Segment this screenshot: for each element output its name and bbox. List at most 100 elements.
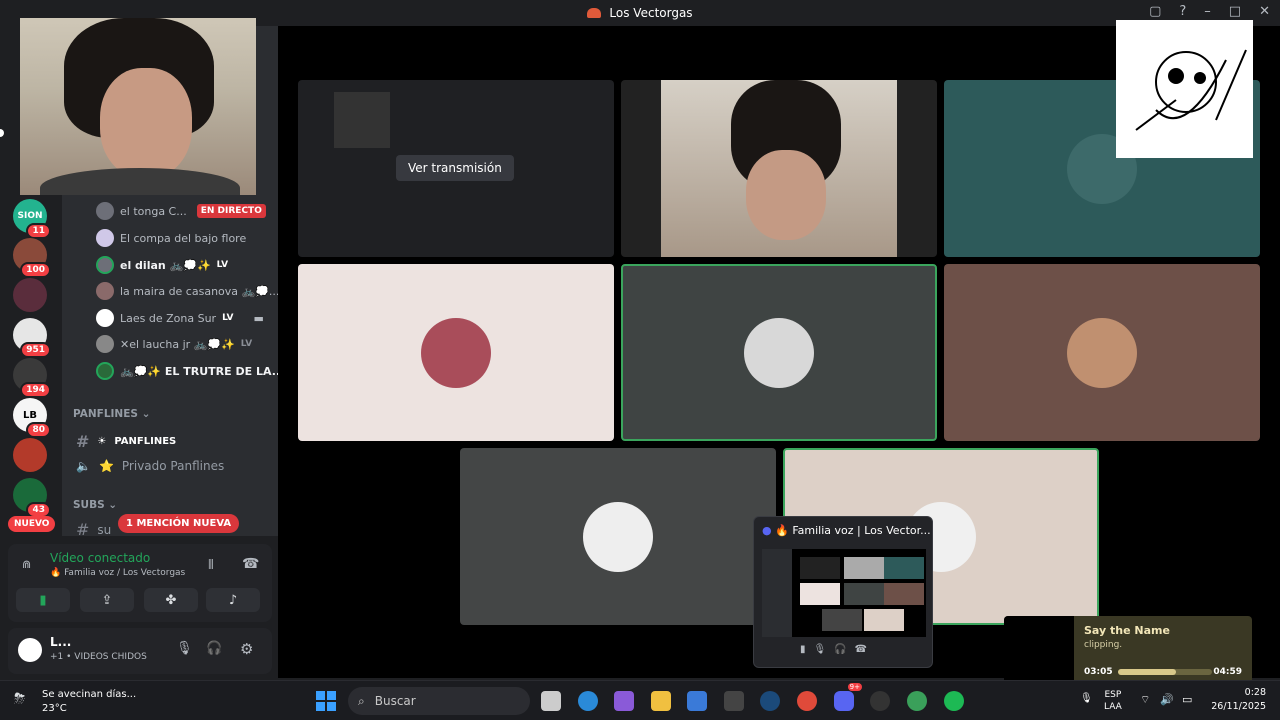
file-explorer-icon[interactable] — [651, 691, 671, 711]
app-icon[interactable] — [724, 691, 744, 711]
volume-icon[interactable]: 🔊 — [1160, 693, 1174, 706]
server-icon-sion[interactable]: SION 11 — [13, 199, 51, 239]
voice-member[interactable]: Laes de Zona Sur LV ▬ — [96, 307, 264, 329]
hash-icon: # — [76, 432, 90, 451]
spotify-icon[interactable] — [944, 691, 964, 711]
help-icon[interactable]: ? — [1179, 4, 1186, 19]
avatar — [96, 202, 114, 220]
drawing-overlay — [1116, 20, 1253, 158]
unread-indicator — [0, 129, 4, 137]
server-icon-lb[interactable]: LB 80 — [13, 398, 51, 438]
taskbar-search[interactable]: ⌕ Buscar — [348, 687, 530, 715]
voice-status[interactable]: Vídeo conectado — [50, 551, 150, 565]
voice-member[interactable]: ✕el laucha jr 🚲💭✨ LV — [96, 333, 252, 355]
voice-member[interactable]: el tonga C... EN DIRECTO — [96, 200, 266, 222]
channel-subs[interactable]: # su — [76, 520, 111, 539]
voice-member[interactable]: 🚲💭✨ EL TRUTRE DE LA... — [96, 360, 284, 382]
close-button[interactable]: ✕ — [1259, 4, 1270, 19]
category-panflines[interactable]: PANFLINES ⌄ — [73, 408, 150, 420]
username: L... — [50, 635, 72, 649]
unread-badge: 194 — [20, 382, 51, 398]
edge-icon[interactable] — [578, 691, 598, 711]
stream-tile[interactable]: Ver transmisión — [298, 80, 614, 257]
wifi-icon[interactable]: ⌔ — [1140, 693, 1150, 707]
album-art — [1004, 616, 1074, 690]
inbox-icon[interactable]: ▢ — [1149, 4, 1161, 19]
activities-button[interactable]: ✤ — [144, 588, 198, 612]
copilot-icon[interactable] — [614, 691, 634, 711]
mention-pill[interactable]: 1 MENCIÓN NUEVA — [118, 514, 240, 533]
voice-location[interactable]: 🔥 Familia voz / Los Vectorgas — [50, 568, 185, 578]
server-icon-8[interactable]: 43 — [13, 478, 51, 518]
weather-widget[interactable]: Se avecinan días... 23°C — [42, 688, 136, 716]
discord-icon[interactable]: 9+ — [834, 683, 862, 711]
voice-member[interactable]: el dilan 🚲💭✨ LV — [96, 254, 228, 276]
unread-badge: 11 — [26, 223, 51, 239]
screen-share-button[interactable]: ⇪ — [80, 588, 134, 612]
headphones-icon[interactable]: 🎧 — [206, 641, 222, 656]
camera-tile[interactable] — [621, 80, 937, 257]
mic-icon[interactable]: 🎙 — [176, 641, 193, 656]
speaker-icon: 🔈 — [76, 459, 91, 473]
task-view-icon[interactable] — [541, 691, 561, 711]
app-icon[interactable] — [870, 691, 890, 711]
participant-tile[interactable] — [460, 448, 776, 625]
server-icon-7[interactable] — [13, 438, 47, 472]
sun-icon: ☀ — [97, 436, 107, 447]
server-icon-4[interactable]: 951 — [13, 318, 51, 358]
mic-icon[interactable]: 🎙 — [814, 644, 827, 655]
self-camera-preview — [20, 18, 256, 195]
spotify-mini-player[interactable]: Say the Name clipping. 03:05 04:59 — [1004, 616, 1252, 690]
participant-tile-speaking[interactable] — [621, 264, 937, 441]
voice-member[interactable]: El compa del bajo flore — [96, 227, 246, 249]
minimize-button[interactable]: – — [1204, 4, 1211, 19]
mic-icon[interactable]: 🎙 — [1080, 693, 1093, 704]
clock[interactable]: 0:28 26/11/2025 — [1211, 686, 1266, 714]
disconnect-icon[interactable]: ☎ — [855, 644, 867, 655]
avatar[interactable] — [18, 638, 42, 662]
avatar — [96, 282, 114, 300]
participant-tile[interactable] — [298, 264, 614, 441]
signal-icon: ⋒ — [22, 558, 32, 571]
chrome-icon[interactable] — [797, 691, 817, 711]
steam-icon[interactable] — [760, 691, 780, 711]
battery-icon[interactable]: ▭ — [1182, 693, 1192, 706]
camera-icon[interactable]: ▮ — [800, 644, 806, 655]
sketch-image — [1135, 49, 1247, 131]
server-icon — [587, 8, 602, 18]
language-indicator[interactable]: ESP LAA — [1104, 689, 1122, 713]
disconnect-icon[interactable]: ☎ — [242, 556, 259, 572]
channel-panflines[interactable]: # ☀ PANFLINES — [76, 432, 176, 451]
star-icon: ⭐ — [98, 459, 114, 473]
noise-suppression-icon[interactable]: ⦀ — [208, 558, 214, 573]
category-subs[interactable]: SUBS ⌄ — [73, 499, 117, 511]
watch-stream-button[interactable]: Ver transmisión — [396, 155, 514, 181]
avatar — [421, 317, 491, 388]
mini-call-window[interactable]: ● 🔥 Familia voz | Los Vector... ▮ 🎙 🎧 ☎ — [753, 516, 933, 668]
lv-badge: LV — [216, 260, 229, 270]
discord-badge: 9+ — [847, 683, 862, 691]
elapsed-time: 03:05 — [1084, 667, 1113, 677]
avatar — [96, 309, 114, 327]
settings-icon[interactable]: ⚙ — [240, 640, 253, 658]
server-icon-5[interactable]: 194 — [13, 358, 51, 398]
server-icon-3[interactable] — [13, 278, 47, 312]
avatar — [96, 229, 114, 247]
avatar — [96, 256, 114, 274]
progress-bar[interactable] — [1118, 669, 1212, 675]
voice-member[interactable]: la maira de casanova 🚲💭... — [96, 280, 279, 302]
camera-button[interactable]: ▮ — [16, 588, 70, 612]
soundboard-button[interactable]: ♪ — [206, 588, 260, 612]
start-icon[interactable] — [316, 691, 336, 711]
headphones-icon[interactable]: 🎧 — [834, 644, 846, 655]
new-pill[interactable]: NUEVO — [8, 516, 56, 532]
chrome-profile-icon[interactable] — [907, 691, 927, 711]
store-icon[interactable] — [687, 691, 707, 711]
voice-connection-panel: ⋒ Vídeo conectado 🔥 Familia voz / Los Ve… — [8, 544, 272, 622]
server-icon-2[interactable]: 100 — [13, 238, 51, 278]
maximize-button[interactable]: □ — [1229, 4, 1241, 19]
track-title: Say the Name — [1084, 624, 1170, 637]
channel-privado-panflines[interactable]: 🔈 ⭐ Privado Panflines — [76, 459, 224, 473]
lv-badge: LV — [240, 339, 253, 349]
participant-tile[interactable] — [944, 264, 1260, 441]
